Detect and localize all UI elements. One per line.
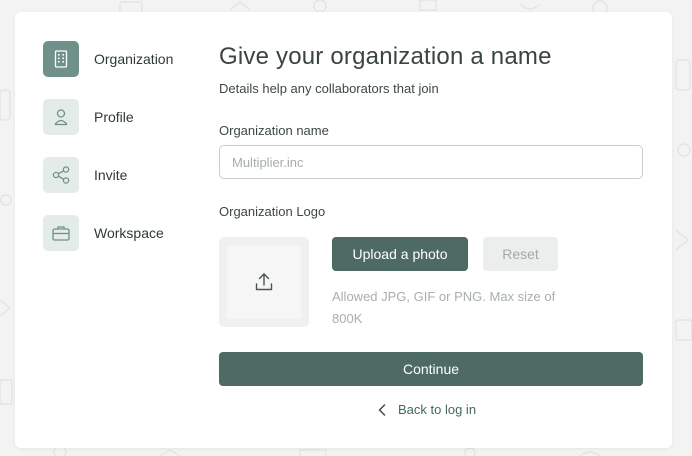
user-icon (43, 99, 79, 135)
org-name-label: Organization name (219, 123, 329, 138)
step-workspace[interactable]: Workspace (43, 214, 203, 252)
back-label: Back to log in (398, 402, 477, 417)
back-to-login-link[interactable]: Back to log in (378, 402, 476, 417)
chevron-left-icon (378, 403, 386, 416)
upload-icon (255, 273, 273, 291)
onboarding-card: Organization Profile Invite Workspace Gi… (15, 12, 672, 448)
building-icon (43, 41, 79, 77)
step-organization[interactable]: Organization (43, 40, 203, 78)
org-name-input[interactable] (219, 145, 643, 179)
page-title: Give your organization a name (219, 43, 552, 70)
step-label: Profile (94, 109, 134, 125)
step-label: Organization (94, 51, 174, 67)
logo-dropzone[interactable] (219, 237, 309, 327)
step-label: Invite (94, 167, 128, 183)
logo-preview (227, 245, 301, 319)
step-label: Workspace (94, 225, 164, 241)
upload-hint: Allowed JPG, GIF or PNG. Max size of 800… (332, 289, 556, 326)
step-profile[interactable]: Profile (43, 98, 203, 136)
upload-photo-button[interactable]: Upload a photo (332, 237, 468, 271)
briefcase-icon (43, 215, 79, 251)
page-subtitle: Details help any collaborators that join (219, 81, 439, 96)
step-invite[interactable]: Invite (43, 156, 203, 194)
org-logo-label: Organization Logo (219, 204, 326, 219)
share-icon (43, 157, 79, 193)
reset-button[interactable]: Reset (483, 237, 558, 271)
continue-button[interactable]: Continue (219, 352, 643, 386)
